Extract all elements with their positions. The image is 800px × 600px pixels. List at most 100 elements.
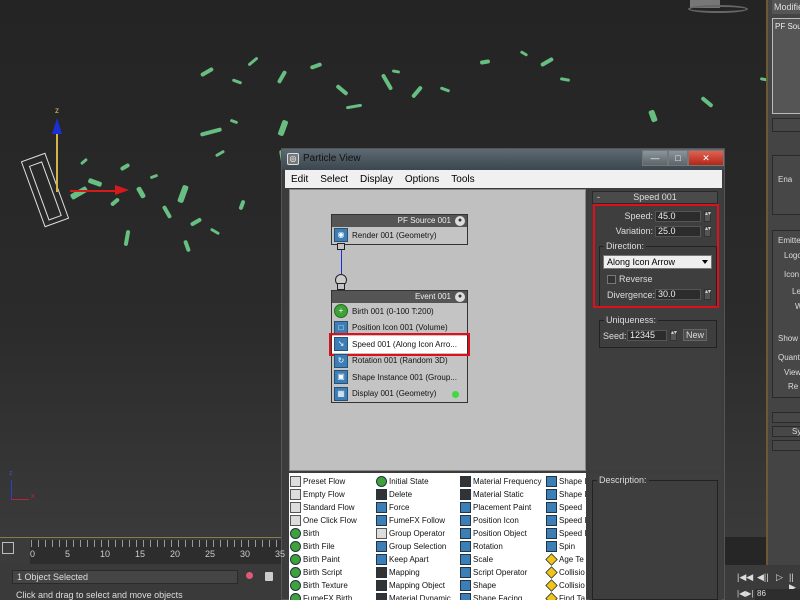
- menu-select[interactable]: Select: [314, 174, 354, 185]
- depot-item[interactable]: Shape Facing: [460, 592, 541, 600]
- depot-item[interactable]: Mapping: [376, 566, 451, 579]
- seed-spinner[interactable]: ▴▾: [670, 330, 677, 341]
- depot-item[interactable]: Birth Texture: [290, 579, 357, 592]
- light-bulb-icon[interactable]: ●: [455, 216, 465, 226]
- depot-item[interactable]: Birth Paint: [290, 553, 357, 566]
- close-button[interactable]: ✕: [688, 150, 724, 166]
- event-node[interactable]: Event 001 ● + Birth 001 (0-100 T:200) □ …: [329, 290, 470, 403]
- depot-item[interactable]: FumeFX Follow: [376, 514, 451, 527]
- depot-item-label: Rotation: [473, 542, 503, 551]
- isolate-selection-icon[interactable]: [246, 572, 253, 579]
- event-graph-canvas[interactable]: PF Source 001 ● ◉ Render 001 (Geometry) …: [289, 189, 586, 471]
- play-button[interactable]: ▷: [776, 572, 783, 583]
- depot-item[interactable]: Shape I: [546, 475, 586, 488]
- light-bulb-icon[interactable]: ●: [455, 292, 465, 302]
- depot-item[interactable]: Collisio: [545, 566, 586, 579]
- operator-depot[interactable]: Preset Flow Empty Flow Standard Flow One Cl…: [289, 473, 586, 600]
- depot-item[interactable]: Age Te: [545, 553, 586, 566]
- gizmo-z-axis[interactable]: [56, 130, 58, 192]
- description-panel: Description:: [589, 473, 722, 600]
- collapsed-rollout[interactable]: [772, 412, 800, 423]
- particle-leaf: [335, 83, 349, 97]
- selection-lock-icon[interactable]: [265, 572, 273, 581]
- depot-item[interactable]: Find Ta: [545, 592, 586, 600]
- track-bar[interactable]: 0 5 10 15 20 25 30 35: [30, 540, 285, 564]
- depot-item[interactable]: Keep Apart: [376, 553, 451, 566]
- node-header[interactable]: PF Source 001 ●: [332, 215, 467, 227]
- previous-frame-button[interactable]: ◀||: [757, 572, 769, 583]
- depot-item[interactable]: FumeFX Birth: [290, 592, 357, 600]
- depot-item[interactable]: Preset Flow: [290, 475, 357, 488]
- depot-item[interactable]: Initial State: [376, 475, 451, 488]
- enable-checkbox-label[interactable]: Ena: [778, 175, 792, 184]
- title-bar[interactable]: ◎ Particle View — □ ✕: [282, 149, 724, 170]
- gizmo-z-arrow-icon[interactable]: [52, 118, 62, 134]
- operator-row-rotation[interactable]: ↻ Rotation 001 (Random 3D): [332, 353, 467, 370]
- current-frame-field[interactable]: 86: [755, 589, 800, 600]
- depot-item[interactable]: Script Operator: [460, 566, 541, 579]
- output-port[interactable]: [337, 243, 345, 250]
- menu-tools[interactable]: Tools: [445, 174, 480, 185]
- operator-row-shape-instance[interactable]: ▣ Shape Instance 001 (Group...: [332, 369, 467, 386]
- operator-row-speed[interactable]: ↘ Speed 001 (Along Icon Arro...: [329, 333, 470, 356]
- depot-item[interactable]: Shape I: [546, 488, 586, 501]
- particle-leaf: [214, 149, 226, 158]
- depot-item[interactable]: Birth File: [290, 540, 357, 553]
- operator-row-birth[interactable]: + Birth 001 (0-100 T:200): [332, 303, 467, 320]
- collapsed-rollout[interactable]: [772, 440, 800, 451]
- depot-item[interactable]: Spin: [546, 540, 586, 553]
- operator-row[interactable]: ◉ Render 001 (Geometry): [332, 227, 467, 244]
- depot-item[interactable]: Delete: [376, 488, 451, 501]
- stack-toolbar[interactable]: [772, 118, 800, 132]
- input-port[interactable]: [337, 283, 345, 290]
- operator-type-icon: [290, 593, 301, 600]
- key-mode-toggle[interactable]: |◀▶|: [737, 589, 753, 598]
- particle-leaf: [238, 199, 246, 211]
- speed-rollout-header[interactable]: - Speed 001: [592, 191, 718, 204]
- gizmo-x-axis[interactable]: [70, 190, 120, 192]
- depot-item[interactable]: Group Selection: [376, 540, 451, 553]
- operator-row-display[interactable]: ▦ Display 001 (Geometry): [332, 386, 467, 403]
- depot-item[interactable]: Mapping Object: [376, 579, 451, 592]
- menu-edit[interactable]: Edit: [285, 174, 314, 185]
- maximize-button[interactable]: □: [668, 150, 688, 166]
- depot-item[interactable]: Position Icon: [460, 514, 541, 527]
- depot-item[interactable]: Birth Script: [290, 566, 357, 579]
- depot-item[interactable]: Material Dynamic: [376, 592, 451, 600]
- wire[interactable]: [341, 250, 342, 274]
- depot-item[interactable]: Standard Flow: [290, 501, 357, 514]
- pf-source-node[interactable]: PF Source 001 ● ◉ Render 001 (Geometry): [331, 214, 468, 245]
- depot-item[interactable]: Speed: [546, 501, 586, 514]
- minimize-button[interactable]: —: [642, 150, 668, 166]
- menu-display[interactable]: Display: [354, 174, 399, 185]
- node-header[interactable]: Event 001 ●: [332, 291, 467, 303]
- depot-item[interactable]: Birth: [290, 527, 357, 540]
- depot-item[interactable]: Force: [376, 501, 451, 514]
- operator-row-position[interactable]: □ Position Icon 001 (Volume): [332, 320, 467, 337]
- mini-curve-editor-icon[interactable]: [2, 542, 14, 554]
- depot-item[interactable]: Placement Paint: [460, 501, 541, 514]
- depot-item[interactable]: Group Operator: [376, 527, 451, 540]
- new-seed-button[interactable]: New: [683, 329, 707, 341]
- depot-item[interactable]: Rotation: [460, 540, 541, 553]
- depot-item[interactable]: Position Object: [460, 527, 541, 540]
- depot-item[interactable]: Material Frequency: [460, 475, 541, 488]
- depot-item-label: Keep Apart: [389, 555, 429, 564]
- depot-item[interactable]: Scale: [460, 553, 541, 566]
- operator-label: Speed 001 (Along Icon Arro...: [352, 339, 457, 349]
- depot-item[interactable]: Speed I: [546, 514, 586, 527]
- depot-item[interactable]: Speed I: [546, 527, 586, 540]
- menu-options[interactable]: Options: [399, 174, 445, 185]
- depot-item[interactable]: Shape: [460, 579, 541, 592]
- modifier-list-dropdown[interactable]: Modifier: [772, 0, 800, 14]
- pf-source-emitter-icon[interactable]: [20, 152, 70, 228]
- depot-item[interactable]: Empty Flow: [290, 488, 357, 501]
- gizmo-x-arrow-icon[interactable]: [115, 185, 129, 195]
- seed-field[interactable]: 12345: [627, 330, 667, 341]
- modifier-stack-item[interactable]: PF Source: [773, 19, 800, 34]
- depot-item[interactable]: One Click Flow: [290, 514, 357, 527]
- modifier-stack[interactable]: PF Source: [772, 18, 800, 114]
- depot-item[interactable]: Material Static: [460, 488, 541, 501]
- depot-item[interactable]: Collisio: [545, 579, 586, 592]
- go-to-start-button[interactable]: |◀◀: [737, 572, 753, 583]
